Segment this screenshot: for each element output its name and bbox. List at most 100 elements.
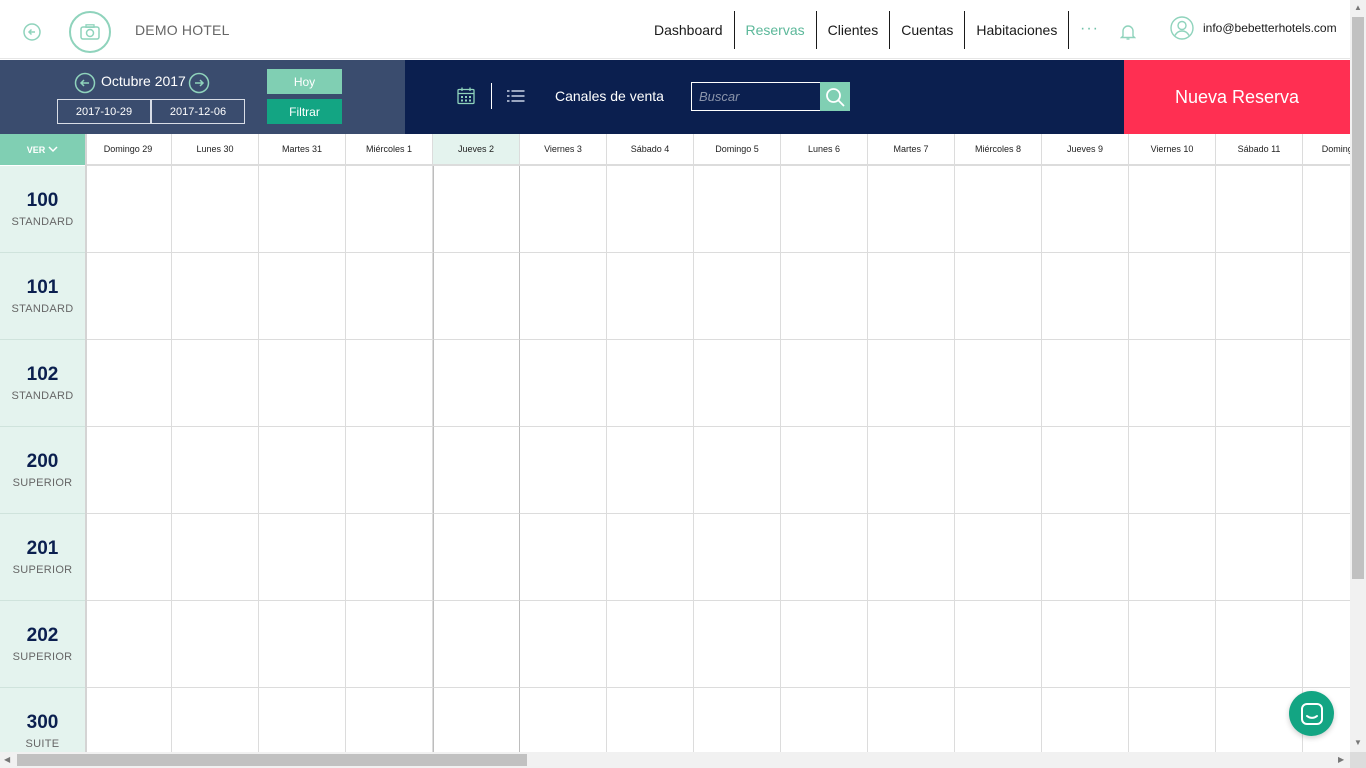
room-row-header[interactable]: 101 STANDARD — [0, 253, 85, 340]
booking-cell[interactable] — [172, 514, 259, 601]
booking-cell[interactable] — [346, 253, 433, 340]
booking-cell[interactable] — [259, 253, 346, 340]
booking-cell[interactable] — [1129, 166, 1216, 253]
booking-cell[interactable] — [694, 340, 781, 427]
booking-cell[interactable] — [1216, 601, 1303, 688]
vertical-scrollbar[interactable]: ▲ ▼ — [1350, 0, 1366, 752]
booking-cell[interactable] — [868, 253, 955, 340]
nav-cuentas[interactable]: Cuentas — [890, 11, 966, 49]
booking-cell[interactable] — [781, 514, 868, 601]
booking-cell[interactable] — [868, 514, 955, 601]
booking-cell[interactable] — [1216, 514, 1303, 601]
booking-cell[interactable] — [781, 427, 868, 514]
booking-cell[interactable] — [85, 340, 172, 427]
booking-cell[interactable] — [781, 166, 868, 253]
room-row-header[interactable]: 100 STANDARD — [0, 166, 85, 253]
booking-cell[interactable] — [259, 340, 346, 427]
booking-cell[interactable] — [85, 427, 172, 514]
booking-cell[interactable] — [346, 514, 433, 601]
booking-cell[interactable] — [346, 340, 433, 427]
booking-cell[interactable] — [172, 601, 259, 688]
booking-cell[interactable] — [1042, 340, 1129, 427]
booking-cell[interactable] — [85, 514, 172, 601]
booking-cell[interactable] — [1042, 514, 1129, 601]
new-reservation-button[interactable]: Nueva Reserva — [1124, 60, 1350, 134]
booking-cell[interactable] — [520, 427, 607, 514]
horizontal-scrollbar[interactable]: ◀ ▶ — [0, 752, 1350, 768]
booking-cell[interactable] — [520, 253, 607, 340]
booking-cell[interactable] — [1216, 427, 1303, 514]
scroll-up-icon[interactable]: ▲ — [1354, 3, 1362, 12]
booking-cell[interactable] — [433, 340, 520, 427]
search-input[interactable] — [691, 82, 821, 111]
booking-cell[interactable] — [433, 601, 520, 688]
booking-cell[interactable] — [1129, 340, 1216, 427]
booking-cell[interactable] — [1129, 514, 1216, 601]
booking-cell[interactable] — [1129, 427, 1216, 514]
booking-cell[interactable] — [781, 253, 868, 340]
sales-channels-link[interactable]: Canales de venta — [555, 88, 664, 104]
horizontal-scroll-thumb[interactable] — [17, 754, 527, 766]
user-avatar-icon[interactable] — [1170, 16, 1194, 40]
booking-cell[interactable] — [85, 601, 172, 688]
booking-cell[interactable] — [781, 601, 868, 688]
booking-cell[interactable] — [607, 166, 694, 253]
chat-icon[interactable] — [1289, 691, 1334, 736]
next-month-icon[interactable] — [188, 72, 210, 94]
booking-cell[interactable] — [694, 166, 781, 253]
room-row-header[interactable]: 102 STANDARD — [0, 340, 85, 427]
booking-cell[interactable] — [607, 340, 694, 427]
booking-cell[interactable] — [520, 514, 607, 601]
booking-cell[interactable] — [1042, 601, 1129, 688]
filter-button[interactable]: Filtrar — [267, 99, 342, 124]
user-email[interactable]: info@bebetterhotels.com — [1203, 21, 1337, 35]
booking-cell[interactable] — [520, 166, 607, 253]
booking-cell[interactable] — [172, 427, 259, 514]
search-icon[interactable] — [820, 82, 850, 111]
booking-cell[interactable] — [955, 253, 1042, 340]
booking-cell[interactable] — [433, 166, 520, 253]
booking-cell[interactable] — [172, 253, 259, 340]
bell-icon[interactable] — [1119, 23, 1137, 41]
booking-cell[interactable] — [607, 514, 694, 601]
room-row-header[interactable]: 201 SUPERIOR — [0, 514, 85, 601]
booking-cell[interactable] — [433, 253, 520, 340]
booking-cell[interactable] — [1216, 253, 1303, 340]
booking-cell[interactable] — [259, 427, 346, 514]
booking-cell[interactable] — [520, 601, 607, 688]
nav-dashboard[interactable]: Dashboard — [643, 11, 735, 49]
booking-cell[interactable] — [85, 253, 172, 340]
nav-clientes[interactable]: Clientes — [817, 11, 891, 49]
scroll-right-icon[interactable]: ▶ — [1338, 755, 1344, 764]
booking-cell[interactable] — [346, 601, 433, 688]
nav-habitaciones[interactable]: Habitaciones — [965, 11, 1070, 49]
nav-reservas[interactable]: Reservas — [735, 11, 817, 49]
booking-cell[interactable] — [259, 601, 346, 688]
date-to-field[interactable]: 2017-12-06 — [151, 99, 245, 124]
back-arrow-icon[interactable] — [22, 22, 42, 42]
booking-cell[interactable] — [868, 340, 955, 427]
booking-cell[interactable] — [172, 166, 259, 253]
date-from-field[interactable]: 2017-10-29 — [57, 99, 151, 124]
booking-cell[interactable] — [1216, 340, 1303, 427]
booking-cell[interactable] — [868, 427, 955, 514]
booking-cell[interactable] — [955, 166, 1042, 253]
booking-cell[interactable] — [346, 166, 433, 253]
prev-month-icon[interactable] — [74, 72, 96, 94]
booking-cell[interactable] — [172, 340, 259, 427]
booking-cell[interactable] — [259, 166, 346, 253]
booking-cell[interactable] — [433, 427, 520, 514]
booking-cell[interactable] — [1042, 166, 1129, 253]
booking-cell[interactable] — [868, 601, 955, 688]
booking-cell[interactable] — [520, 340, 607, 427]
booking-cell[interactable] — [694, 427, 781, 514]
booking-cell[interactable] — [955, 427, 1042, 514]
more-menu-icon[interactable]: ··· — [1080, 20, 1099, 38]
vertical-scroll-thumb[interactable] — [1352, 17, 1364, 579]
booking-cell[interactable] — [694, 601, 781, 688]
booking-cell[interactable] — [694, 253, 781, 340]
today-button[interactable]: Hoy — [267, 69, 342, 94]
booking-cell[interactable] — [1216, 166, 1303, 253]
booking-cell[interactable] — [955, 601, 1042, 688]
booking-cell[interactable] — [694, 514, 781, 601]
